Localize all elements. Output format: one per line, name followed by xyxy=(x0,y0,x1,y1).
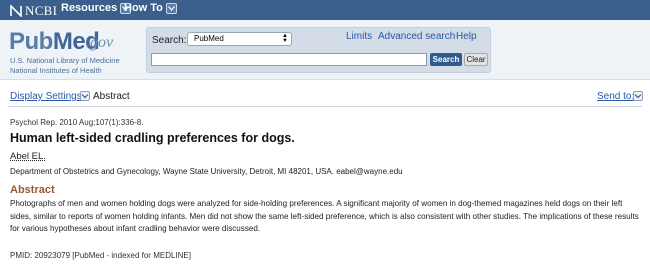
ncbi-home-link[interactable]: NCBI xyxy=(10,3,57,19)
ncbi-brand: NCBI xyxy=(25,3,58,18)
article-title: Human left-sided cradling preferences fo… xyxy=(10,131,295,145)
chevron-down-icon[interactable] xyxy=(633,91,643,101)
chevron-down-icon xyxy=(165,2,177,14)
how-to-menu-label: How To xyxy=(124,2,163,14)
author-link[interactable]: Abel EL. xyxy=(10,151,46,162)
limits-link[interactable]: Limits xyxy=(346,31,372,42)
clear-button[interactable]: Clear xyxy=(464,53,488,66)
display-settings-bar: Display Settings: Abstract Send to: xyxy=(0,88,650,104)
divider xyxy=(8,106,642,107)
resources-menu-label: Resources xyxy=(61,2,118,14)
database-select[interactable]: PubMed ▲ ▼ xyxy=(187,32,292,46)
ncbi-top-bar: NCBI Resources How To xyxy=(0,0,650,20)
journal-citation[interactable]: Psychol Rep. 2010 Aug;107(1):336-8. xyxy=(10,118,143,127)
logo-subtitle-nlm: U.S. National Library of Medicine xyxy=(10,56,120,65)
ncbi-logo-icon xyxy=(10,5,22,17)
abstract-heading: Abstract xyxy=(10,184,55,196)
help-link[interactable]: Help xyxy=(456,31,477,42)
search-button[interactable]: Search xyxy=(430,53,462,66)
chevron-down-icon[interactable] xyxy=(80,91,90,101)
display-settings-link[interactable]: Display Settings: xyxy=(10,91,84,102)
send-to-link[interactable]: Send to: xyxy=(597,91,634,102)
database-select-value: PubMed xyxy=(194,34,224,43)
resources-menu[interactable]: Resources xyxy=(61,2,132,14)
logo-subtitle-nih: National Institutes of Health xyxy=(10,66,102,75)
abstract-text: Photographs of men and women holding dog… xyxy=(10,199,639,233)
display-format-value: Abstract xyxy=(93,91,130,102)
how-to-menu[interactable]: How To xyxy=(124,2,177,14)
search-label: Search: xyxy=(152,35,187,46)
advanced-search-link[interactable]: Advanced search xyxy=(378,31,455,42)
search-input[interactable] xyxy=(151,53,427,66)
logo-gov-suffix: .gov xyxy=(86,34,114,51)
author-affiliation: Department of Obstetrics and Gynecology,… xyxy=(10,167,403,176)
pmid-line: PMID: 20923079 [PubMed - indexed for MED… xyxy=(10,251,191,260)
pubmed-header: PubMed .gov U.S. National Library of Med… xyxy=(0,20,650,80)
select-arrows-icon: ▲ ▼ xyxy=(282,33,288,44)
